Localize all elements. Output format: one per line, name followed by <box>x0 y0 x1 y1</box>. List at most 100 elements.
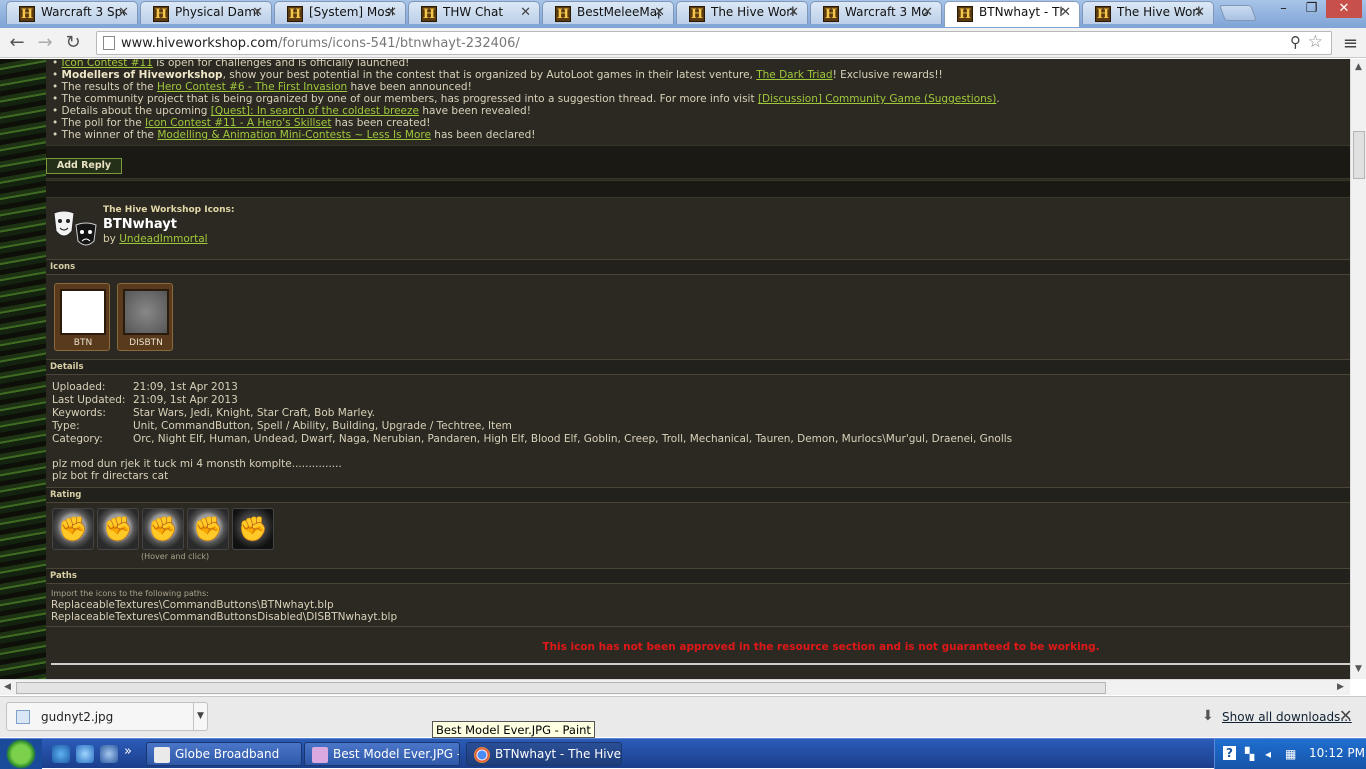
announcement-link[interactable]: [Discussion] Community Game (Suggestions… <box>758 93 996 105</box>
chevron-right-icon[interactable]: » <box>124 744 132 759</box>
announcement-link[interactable]: Icon Contest #11 <box>62 59 153 69</box>
close-icon[interactable]: ✕ <box>1339 706 1352 725</box>
taskbar-button-paint[interactable]: Best Model Ever.JPG -... <box>304 742 460 766</box>
detail-key: Keywords: <box>52 407 106 419</box>
scroll-right-icon[interactable]: ▶ <box>1337 682 1344 692</box>
rating-star-icon-4[interactable]: ✊ <box>187 508 229 550</box>
paint-icon <box>312 747 328 763</box>
announcement-text: has been declared! <box>430 129 536 141</box>
start-button[interactable] <box>0 739 42 769</box>
system-clock[interactable]: 10:12 PM <box>1309 746 1365 760</box>
detail-key: Type: <box>52 420 80 432</box>
url-host: www.hiveworkshop.com <box>121 36 278 51</box>
tab-warcraft-models[interactable]: H Warcraft 3 Mode ✕ <box>810 1 942 24</box>
tab-warcraft-spells[interactable]: H Warcraft 3 Spells ✕ <box>6 1 138 24</box>
icon-tile-disbtn[interactable]: DISBTN <box>117 283 173 351</box>
announcement-text: The poll for the <box>61 117 146 129</box>
tab-close-icon[interactable]: ✕ <box>520 5 531 20</box>
zoom-icon[interactable]: ⚲ <box>1290 33 1301 51</box>
icon-preview-disbtn <box>123 289 169 335</box>
window-icon <box>154 747 170 763</box>
announcement-bold: Modellers of Hiveworkshop <box>61 69 223 81</box>
horizontal-scrollbar[interactable]: ◀ ▶ <box>0 679 1350 695</box>
icon-tile-btn[interactable]: BTN <box>54 283 110 351</box>
tab-close-icon[interactable]: ✕ <box>252 5 263 20</box>
tab-system-most-de[interactable]: H [System] Most De ✕ <box>274 1 406 24</box>
detail-value: Star Wars, Jedi, Knight, Star Craft, Bob… <box>133 407 375 419</box>
taskbar-button-globe[interactable]: Globe Broadband <box>146 742 302 766</box>
announcement-link[interactable]: Icon Contest #11 - A Hero's Skillset <box>145 117 331 129</box>
windows-taskbar: » Globe Broadband Best Model Ever.JPG -.… <box>0 738 1366 769</box>
taskbar-button-chrome[interactable]: BTNwhayt - The Hive ... <box>466 742 622 766</box>
add-reply-button[interactable]: Add Reply <box>46 158 122 174</box>
announcement-link[interactable]: Modelling & Animation Mini-Contests ~ Le… <box>157 129 431 141</box>
new-tab-button[interactable] <box>1219 5 1257 21</box>
detail-key: Last Updated: <box>52 394 126 406</box>
tab-label: [System] Most De <box>309 5 393 19</box>
announcement-text: ! Exclusive rewards!! <box>832 69 943 81</box>
forward-icon[interactable]: → <box>34 32 56 54</box>
back-icon[interactable]: ← <box>6 32 28 54</box>
tab-hive-workshop-2[interactable]: H The Hive Works ✕ <box>1082 1 1214 24</box>
network-icon[interactable]: ▦ <box>1285 747 1296 761</box>
media-player-icon[interactable] <box>76 745 94 763</box>
maximize-icon[interactable]: ❐ <box>1298 0 1325 18</box>
tab-label: BestMeleeMapE <box>577 5 661 19</box>
scroll-left-icon[interactable]: ◀ <box>4 682 11 692</box>
minimize-icon[interactable]: – <box>1270 0 1297 18</box>
tab-btnwhayt-active[interactable]: H BTNwhayt - The ✕ <box>944 1 1080 27</box>
scroll-up-icon[interactable]: ▲ <box>1355 62 1362 72</box>
help-icon[interactable]: ? <box>1223 746 1236 760</box>
rating-star-icon-5[interactable]: ✊ <box>232 508 274 550</box>
show-desktop-icon[interactable] <box>100 745 118 763</box>
address-bar[interactable]: www.hiveworkshop.com/forums/icons-541/bt… <box>96 31 1332 55</box>
announcement-text: The results of the <box>61 81 157 93</box>
tab-close-icon[interactable]: ✕ <box>1194 5 1205 20</box>
tab-physical-damage[interactable]: H Physical Damage ✕ <box>140 1 272 24</box>
back-arrow-icon[interactable]: ◂ <box>1265 747 1271 761</box>
theater-masks-icon <box>53 210 97 246</box>
page-viewport: • Icon Contest #11 is open for challenge… <box>0 59 1350 679</box>
tab-hive-workshop-1[interactable]: H The Hive Worksh ✕ <box>676 1 808 24</box>
show-all-downloads-link[interactable]: Show all downloads... <box>1222 710 1352 724</box>
rating-star-icon-1[interactable]: ✊ <box>52 508 94 550</box>
scroll-down-icon[interactable]: ▼ <box>1355 664 1362 674</box>
detail-row: Category: Orc, Night Elf, Human, Undead, … <box>52 433 1012 445</box>
tab-label: THW Chat <box>443 5 504 19</box>
rating-star-icon-2[interactable]: ✊ <box>97 508 139 550</box>
close-window-icon[interactable]: ✕ <box>1326 0 1362 18</box>
tab-close-icon[interactable]: ✕ <box>1060 5 1071 20</box>
scroll-thumb[interactable] <box>1353 131 1365 179</box>
announcement-link[interactable]: The Dark Triad <box>756 69 832 81</box>
section-header-rating: Rating <box>46 487 1350 503</box>
taskbar-label: Globe Broadband <box>175 747 280 761</box>
resource-category: The Hive Workshop Icons: <box>103 205 235 215</box>
taskbar-label: BTNwhayt - The Hive ... <box>495 747 622 761</box>
bookmark-star-icon[interactable]: ☆ <box>1308 32 1323 52</box>
tab-thw-chat[interactable]: H THW Chat ✕ <box>408 1 540 24</box>
scroll-thumb[interactable] <box>16 682 1106 694</box>
tab-close-icon[interactable]: ✕ <box>922 5 933 20</box>
download-item[interactable]: gudnyt2.jpg ▼ <box>6 702 208 731</box>
reload-icon[interactable]: ↻ <box>62 32 84 54</box>
tab-bestmeleemap[interactable]: H BestMeleeMapE ✕ <box>542 1 674 24</box>
announcement-link[interactable]: Hero Contest #6 - The First Invasion <box>157 81 347 93</box>
announcement-item: • Details about the upcoming [Quest]: In… <box>52 105 531 117</box>
wrench-menu-icon[interactable]: ≡ <box>1343 33 1358 54</box>
hive-favicon-icon: H <box>689 6 705 22</box>
ie-icon[interactable] <box>52 745 70 763</box>
tab-close-icon[interactable]: ✕ <box>118 5 129 20</box>
announcement-item: • The results of the Hero Contest #6 - T… <box>52 81 472 93</box>
resource-author-line: by UndeadImmortal <box>103 233 208 245</box>
author-link[interactable]: UndeadImmortal <box>119 233 207 245</box>
rating-star-icon-3[interactable]: ✊ <box>142 508 184 550</box>
chevron-down-icon[interactable]: ▼ <box>193 703 207 730</box>
tab-close-icon[interactable]: ✕ <box>386 5 397 20</box>
announcement-link[interactable]: [Quest]: In search of the coldest breeze <box>211 105 419 117</box>
tab-close-icon[interactable]: ✕ <box>788 5 799 20</box>
notification-flag-icon[interactable]: ▚ <box>1245 747 1254 761</box>
hive-favicon-icon: H <box>957 6 973 22</box>
tab-close-icon[interactable]: ✕ <box>654 5 665 20</box>
vertical-scrollbar[interactable]: ▲ ▼ <box>1350 59 1366 679</box>
icon-caption: DISBTN <box>129 338 163 348</box>
